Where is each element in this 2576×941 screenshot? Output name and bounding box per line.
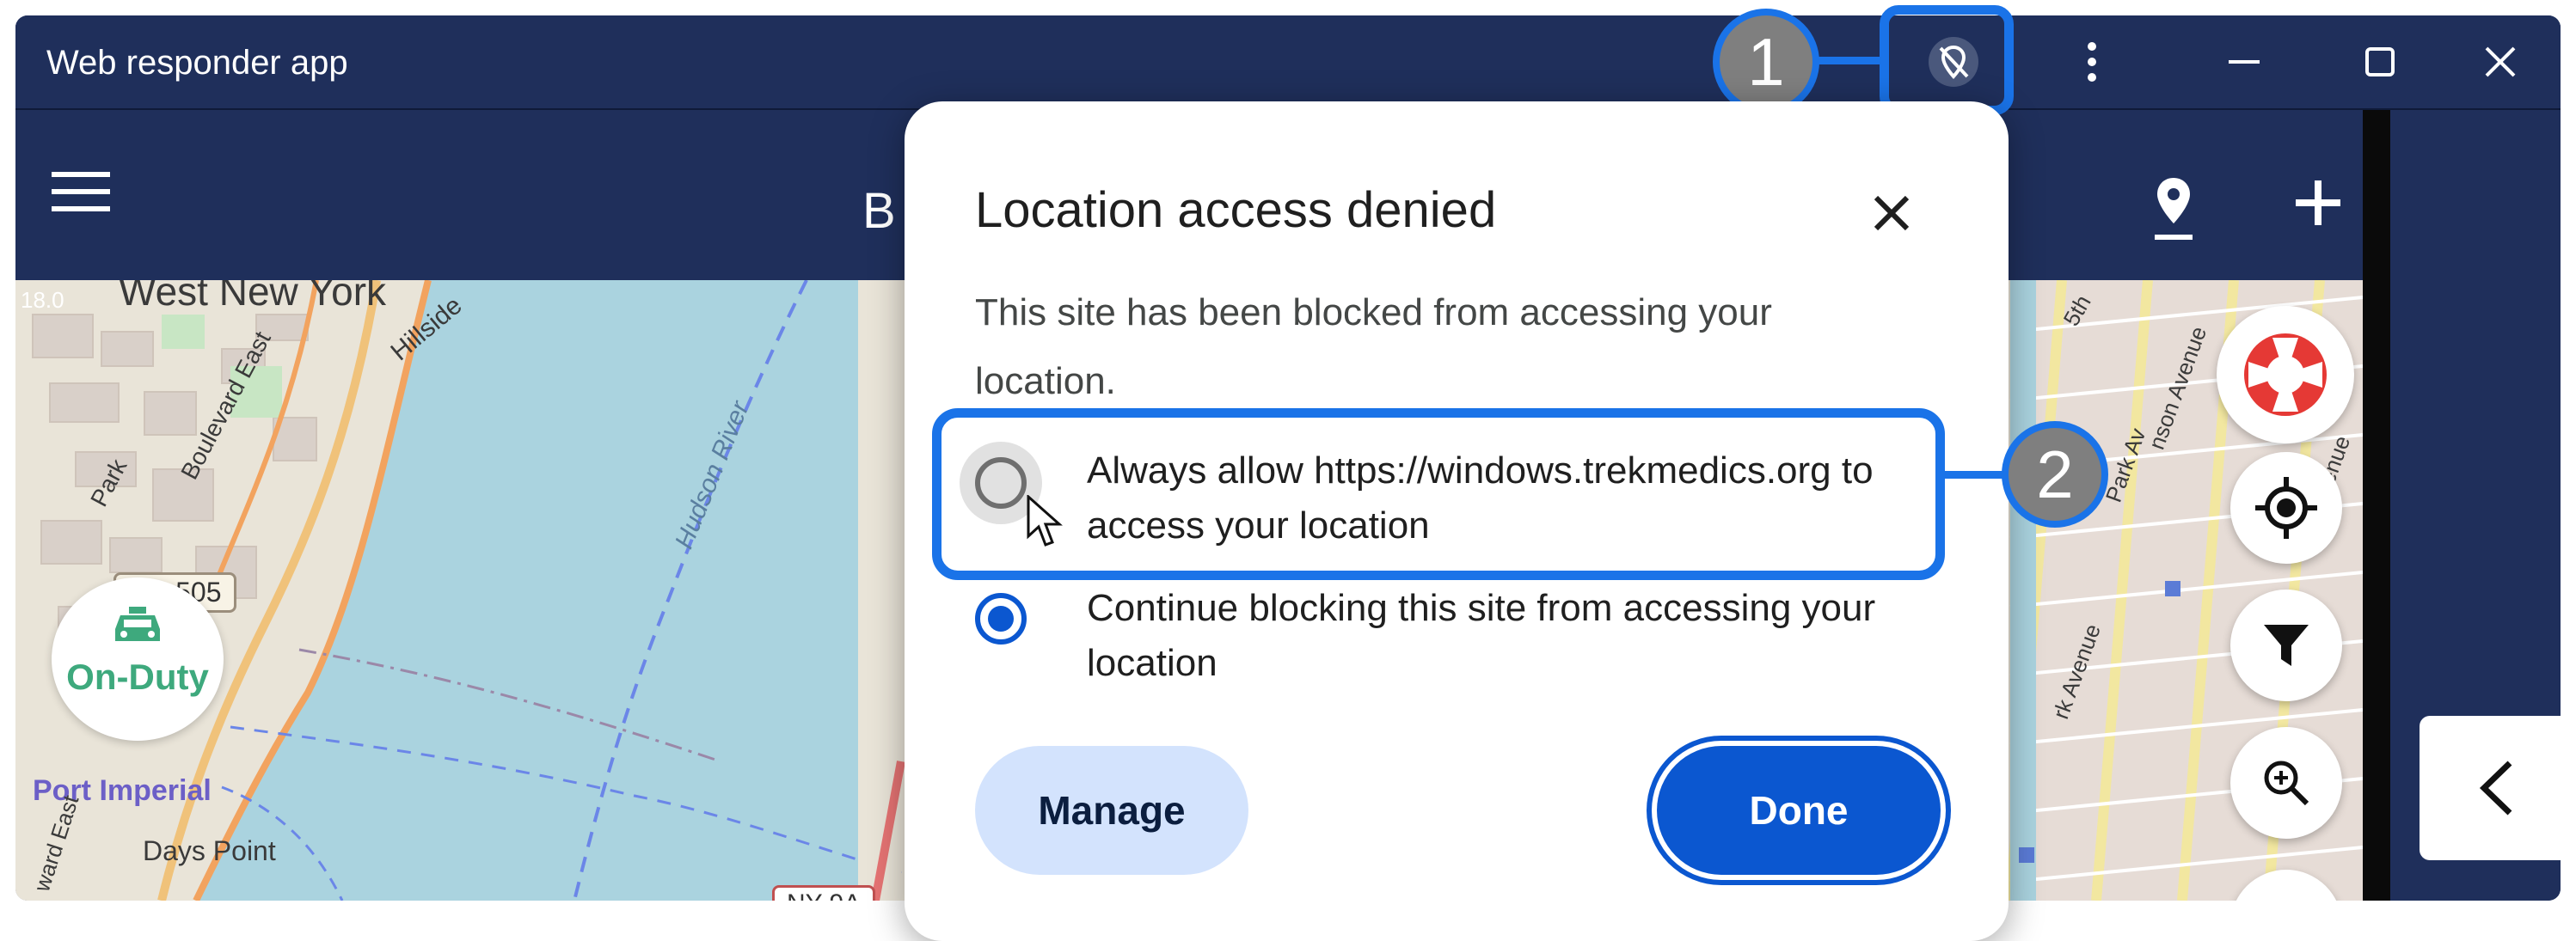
zoom-level-readout: 18.0 [21, 287, 64, 313]
locate-me-button[interactable] [2230, 452, 2342, 564]
on-duty-toggle[interactable]: On-Duty [52, 577, 224, 741]
taxi-icon [115, 607, 160, 641]
map-pin-icon [2155, 178, 2193, 240]
manage-button[interactable]: Manage [975, 746, 1248, 875]
close-window-button[interactable] [2466, 34, 2535, 89]
zoom-in-icon [2264, 761, 2309, 806]
radio-dot [988, 606, 1014, 632]
close-icon [2485, 46, 2516, 77]
app-bar-title: B [862, 183, 896, 239]
zoom-in-button[interactable] [2230, 727, 2342, 839]
done-button[interactable]: Done [1657, 746, 1941, 875]
lifebuoy-icon [2244, 333, 2327, 416]
option-continue-blocking-label: Continue blocking this site from accessi… [1087, 587, 1876, 684]
add-button[interactable] [2292, 177, 2361, 246]
map-label-west-new-york: West New York [119, 280, 387, 314]
filter-button[interactable] [2230, 590, 2342, 701]
map-scroll-rail[interactable] [2363, 110, 2390, 901]
on-duty-label: On-Duty [66, 657, 209, 697]
callout-1: 1 [1713, 9, 1819, 115]
dialog-close-button[interactable] [1857, 179, 1926, 247]
callout-connector-2 [1941, 471, 2005, 479]
chevron-left-icon [2479, 761, 2512, 816]
callout-connector-1 [1814, 57, 1883, 64]
plus-icon [2296, 180, 2340, 225]
hamburger-menu-icon [52, 172, 110, 211]
window-title: Web responder app [46, 44, 348, 82]
maximize-button[interactable] [2346, 34, 2414, 89]
minimize-button[interactable] [2210, 34, 2279, 89]
callout-2: 2 [2002, 421, 2108, 528]
dialog-description: This site has been blocked from accessin… [975, 291, 1772, 402]
map-pin-button[interactable] [2148, 174, 2217, 252]
map-label-days-point: Days Point [143, 835, 276, 866]
radio-continue-blocking[interactable] [975, 593, 1027, 645]
highlight-location-icon [1880, 5, 2014, 115]
title-bar: Web responder app [15, 15, 2561, 108]
emergency-help-button[interactable] [2217, 306, 2354, 443]
more-vert-icon [2088, 42, 2096, 82]
dialog-title: Location access denied [975, 182, 1497, 238]
crosshair-icon [2255, 477, 2317, 539]
highlight-always-allow-option [932, 408, 1945, 580]
option-continue-blocking[interactable]: Continue blocking this site from accessi… [975, 581, 1964, 701]
minimize-icon [2229, 60, 2260, 64]
collapse-panel-button[interactable] [2420, 716, 2561, 860]
maximize-icon [2365, 47, 2395, 76]
filter-icon [2264, 625, 2309, 666]
close-icon [1874, 195, 1910, 231]
hamburger-menu-button[interactable] [52, 170, 129, 230]
route-shield-ny9a: NY 9A [772, 885, 876, 901]
window-menu-button[interactable] [2058, 34, 2126, 89]
